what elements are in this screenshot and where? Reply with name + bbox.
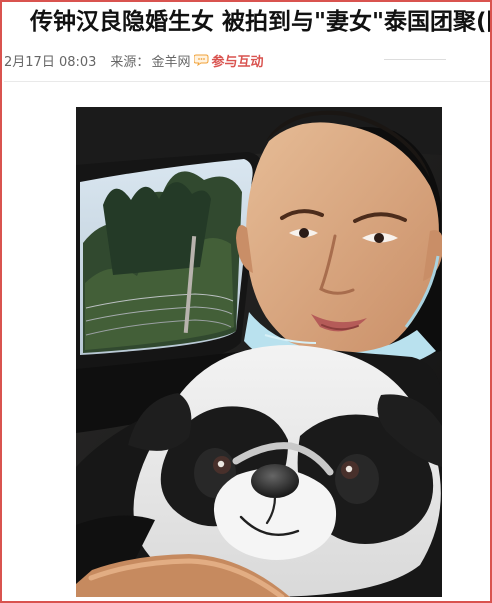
source-name: 金羊网 bbox=[151, 54, 191, 70]
article-meta: 2月17日 08:03 来源： 金羊网 参与互动 bbox=[4, 50, 490, 70]
speech-bubble-icon[interactable] bbox=[194, 53, 210, 67]
article-title: 传钟汉良隐婚生女 被拍到与"妻女"泰国团聚(图) bbox=[30, 9, 492, 35]
article-frame: 传钟汉良隐婚生女 被拍到与"妻女"泰国团聚(图) 2月17日 08:03 来源：… bbox=[0, 0, 492, 603]
publish-date: 2月17日 08:03 bbox=[4, 54, 97, 70]
article-photo bbox=[76, 107, 442, 597]
interact-link[interactable]: 参与互动 bbox=[211, 51, 263, 70]
divider bbox=[4, 81, 490, 82]
meta-rule bbox=[384, 59, 446, 60]
source-label: 来源： bbox=[110, 54, 150, 70]
